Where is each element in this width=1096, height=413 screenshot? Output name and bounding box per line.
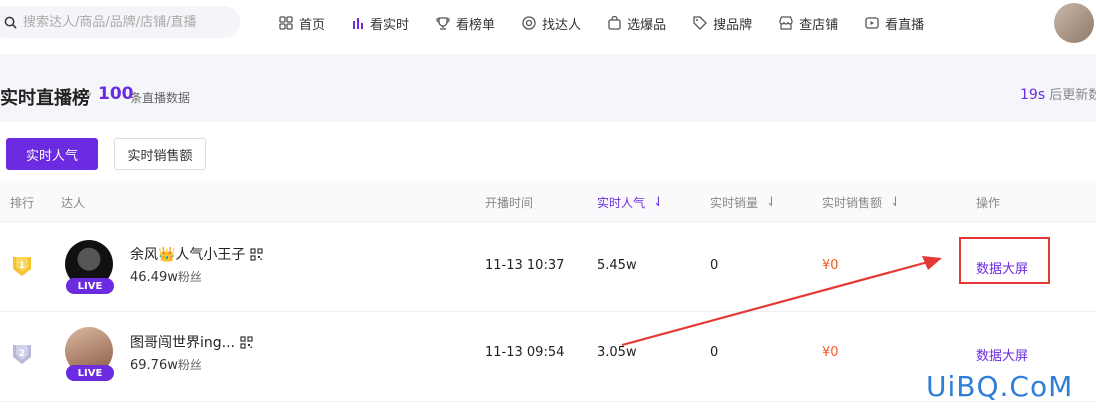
nav-item-realtime[interactable]: 看实时	[352, 14, 409, 33]
page-title: 实时直播榜	[0, 88, 90, 109]
bar-chart-icon	[353, 18, 364, 29]
sort-down-icon: ⇃	[766, 195, 777, 210]
live-label: LIVE	[77, 367, 103, 379]
nav-item-stores[interactable]: 查店铺	[779, 14, 838, 33]
target-icon	[522, 16, 536, 30]
top-navigation-bar: 首页 看实时 看榜单 找达人 选爆品 搜品牌 查店铺 看直播	[0, 0, 1096, 54]
start-time: 11-13 10:37	[485, 258, 565, 273]
highlight-box	[959, 237, 1050, 284]
tab-realtime-popularity[interactable]: 实时人气	[6, 138, 98, 170]
col-revenue-label: 实时销售额	[822, 196, 883, 210]
data-screen-link[interactable]: 数据大屏	[976, 345, 1028, 364]
refresh-label: 后更新数据	[1049, 88, 1096, 103]
col-action: 操作	[976, 196, 1001, 210]
nav-label: 选爆品	[627, 17, 667, 33]
table-row[interactable]: 1 LIVE 余风👑人气小王子 46.49w粉丝 11-13 10:37 5.4…	[0, 222, 1096, 312]
tab-realtime-revenue[interactable]: 实时销售额	[114, 138, 206, 170]
influencer-name[interactable]: 余风👑人气小王子	[130, 244, 264, 264]
svg-text:1: 1	[19, 261, 25, 271]
nav-label: 查店铺	[799, 17, 839, 33]
col-influencer: 达人	[61, 196, 86, 210]
search-icon	[4, 16, 17, 29]
col-revenue[interactable]: 实时销售额 ⇃	[822, 194, 901, 211]
trophy-icon	[436, 17, 450, 30]
live-badge: LIVE	[66, 278, 114, 294]
col-popularity[interactable]: 实时人气 ⇃	[597, 194, 664, 211]
separator-dot	[87, 92, 91, 96]
fans-unit: 粉丝	[177, 270, 202, 284]
grid-icon	[279, 16, 293, 30]
nav-label: 搜品牌	[713, 17, 753, 33]
fans-count: 46.49w粉丝	[130, 268, 202, 285]
user-avatar[interactable]	[1054, 3, 1094, 43]
qr-code-icon[interactable]	[250, 247, 264, 261]
refresh-countdown: 19s 后更新数据	[1020, 84, 1096, 103]
nav-label: 看直播	[885, 17, 925, 33]
record-count-label: 条直播数据	[130, 91, 191, 105]
popularity: 3.05w	[597, 345, 637, 360]
qr-code-icon[interactable]	[240, 335, 253, 349]
nav-label: 看榜单	[456, 17, 496, 33]
fans-value: 46.49w	[130, 270, 178, 285]
col-sales-label: 实时销量	[710, 196, 759, 210]
fans-value: 69.76w	[130, 358, 178, 373]
gold-medal-icon: 1	[13, 257, 31, 276]
col-popularity-label: 实时人气	[597, 196, 646, 210]
sort-down-icon: ⇃	[653, 195, 664, 210]
col-start-time: 开播时间	[485, 196, 534, 210]
popularity: 5.45w	[597, 258, 637, 273]
search-input[interactable]	[23, 14, 233, 30]
sort-down-icon: ⇃	[890, 195, 901, 210]
nav-item-home[interactable]: 首页	[279, 14, 325, 33]
nav-label: 首页	[299, 17, 326, 33]
record-count: 100	[98, 84, 134, 104]
nav-item-live[interactable]: 看直播	[865, 14, 924, 33]
nav-item-brands[interactable]: 搜品牌	[693, 14, 752, 33]
col-rank: 排行	[10, 196, 35, 210]
live-badge: LIVE	[66, 365, 114, 381]
live-label: LIVE	[77, 280, 103, 292]
watermark: UiBQ.CoM	[926, 370, 1074, 403]
tag-icon	[693, 16, 707, 30]
silver-medal-icon: 2	[13, 345, 31, 364]
nav-item-rankings[interactable]: 看榜单	[436, 14, 495, 33]
revenue: ¥0	[822, 345, 839, 360]
col-sales[interactable]: 实时销量 ⇃	[710, 194, 777, 211]
nav-item-hot-products[interactable]: 选爆品	[608, 14, 666, 33]
table-header: 排行 达人 开播时间 实时人气 ⇃ 实时销量 ⇃ 实时销售额 ⇃ 操作	[0, 180, 1096, 222]
svg-text:2: 2	[19, 349, 25, 359]
play-icon	[865, 17, 879, 29]
main-nav: 首页 看实时 看榜单 找达人 选爆品 搜品牌 查店铺 看直播	[279, 13, 951, 33]
store-icon	[779, 16, 793, 30]
start-time: 11-13 09:54	[485, 345, 565, 360]
page-header	[0, 54, 1096, 122]
nav-item-find-influencer[interactable]: 找达人	[522, 14, 581, 33]
nav-label: 看实时	[370, 17, 410, 33]
influencer-name-text: 图哥闯世界ing...	[130, 335, 235, 351]
influencer-name-text: 余风👑人气小王子	[130, 247, 246, 263]
sales: 0	[710, 258, 719, 273]
fans-count: 69.76w粉丝	[130, 356, 202, 373]
nav-label: 找达人	[542, 17, 582, 33]
influencer-name[interactable]: 图哥闯世界ing...	[130, 332, 253, 352]
fans-unit: 粉丝	[177, 358, 202, 372]
refresh-seconds: 19s	[1020, 87, 1046, 103]
revenue: ¥0	[822, 258, 839, 273]
sales: 0	[710, 345, 719, 360]
bag-icon	[608, 16, 621, 30]
search-box[interactable]	[0, 6, 240, 38]
